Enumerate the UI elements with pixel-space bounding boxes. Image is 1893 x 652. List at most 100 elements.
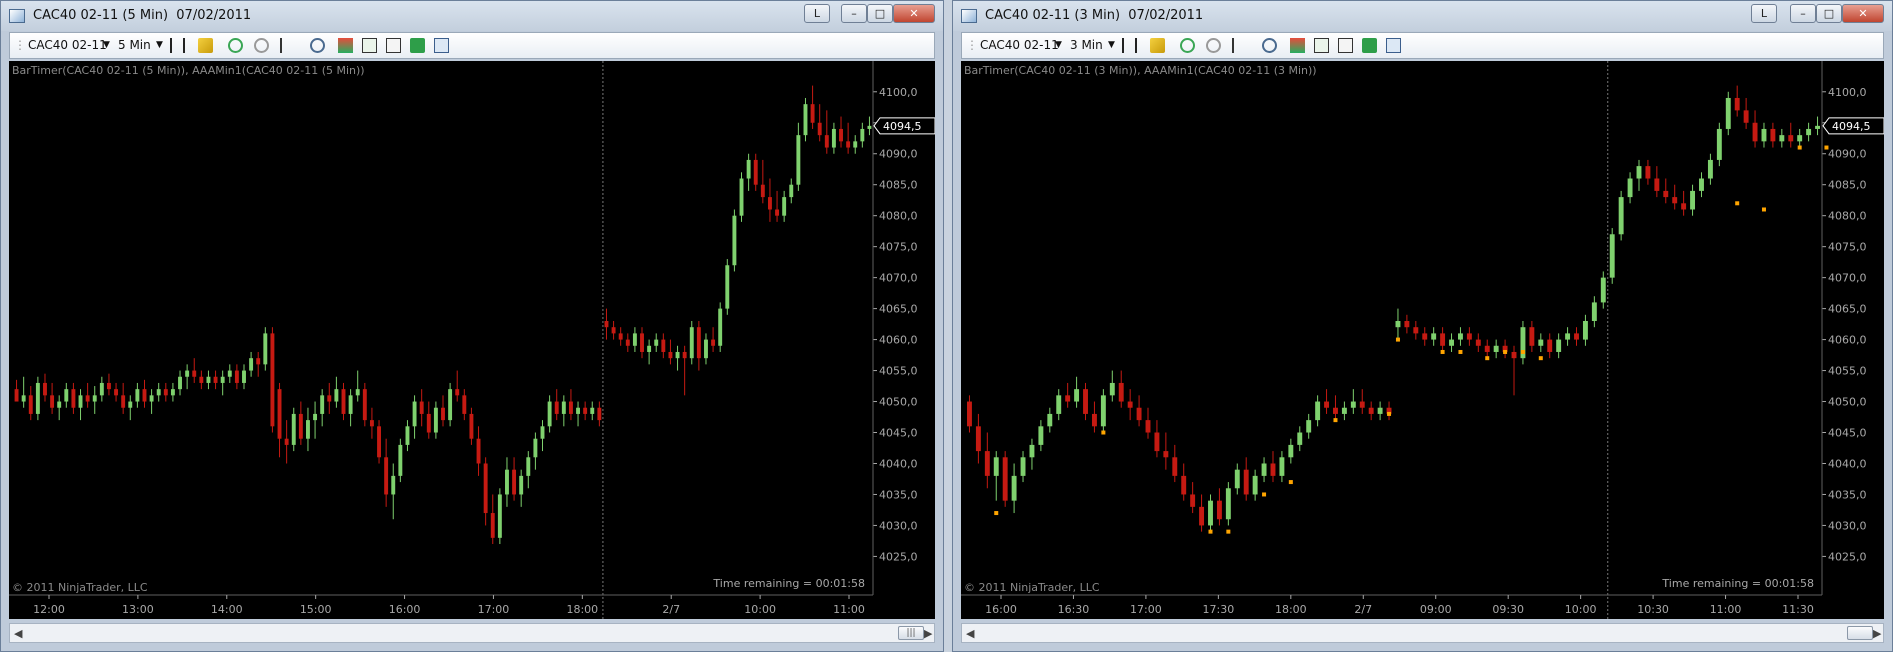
candle-body (199, 376, 204, 383)
candle-body (1538, 339, 1544, 346)
candle-body (668, 351, 673, 359)
chart-panel[interactable]: 4100,04095,04090,04085,04080,04075,04070… (9, 61, 935, 619)
dollar-icon[interactable] (1362, 38, 1377, 53)
pencil-draw-icon[interactable] (198, 38, 213, 53)
horizontal-scrollbar[interactable]: ◀ ||| ▶ (9, 623, 935, 643)
close-button[interactable]: ✕ (893, 4, 935, 23)
strategy-icon[interactable] (1290, 38, 1305, 53)
horizontal-scrollbar[interactable]: ◀ ▶ (961, 623, 1884, 643)
candle-body (213, 376, 218, 383)
candle-body (1788, 135, 1794, 142)
candle-body (391, 475, 396, 495)
candle-body (1743, 110, 1749, 123)
chevron-down-icon[interactable]: ▼ (1108, 40, 1115, 50)
period-selector[interactable]: 5 Min (118, 38, 151, 52)
scroll-thumb[interactable] (1847, 626, 1873, 640)
candle-body (377, 426, 381, 458)
candle-body (114, 389, 119, 396)
y-tick-label: 4060,0 (879, 334, 918, 347)
add-drawing-icon[interactable] (1180, 38, 1195, 53)
remove-drawing-icon[interactable] (1206, 38, 1221, 53)
instrument-selector[interactable]: CAC40 02-11 (28, 38, 107, 52)
candle-body (1797, 135, 1803, 142)
candle-body (1815, 125, 1820, 129)
maximize-button[interactable]: □ (867, 4, 893, 23)
candle-body (1243, 469, 1249, 495)
zoom-icon[interactable] (310, 38, 325, 53)
x-tick-label: 13:00 (122, 603, 154, 616)
y-tick-label: 4050,0 (1828, 396, 1867, 409)
link-button[interactable]: L (1751, 4, 1777, 23)
candle-body (419, 401, 424, 414)
indicator-icon[interactable] (362, 38, 377, 53)
min-marker (1458, 349, 1463, 354)
scroll-right-icon[interactable]: ▶ (1873, 627, 1881, 640)
indicator-icon[interactable] (1314, 38, 1329, 53)
min-marker (1333, 418, 1338, 423)
candle-body (426, 413, 431, 433)
candle-body (867, 125, 872, 129)
candle-body (1056, 395, 1062, 414)
instrument-selector[interactable]: CAC40 02-11 (980, 38, 1059, 52)
candle-body (1681, 203, 1687, 210)
minimize-button[interactable]: – (841, 4, 867, 23)
data-box-icon[interactable] (1386, 38, 1401, 53)
strategy-icon[interactable] (338, 38, 353, 53)
bar-style-icon[interactable] (170, 38, 185, 53)
candle-body (106, 382, 111, 390)
title-bar[interactable]: CAC40 02-11 (5 Min) 07/02/2011 L – □ ✕ (1, 1, 943, 31)
copyright-label: © 2011 NinjaTrader, LLC (12, 581, 148, 594)
y-tick-label: 4065,0 (1828, 303, 1867, 316)
candle-body (640, 333, 644, 352)
price-chart[interactable]: 4100,04095,04090,04085,04080,04075,04070… (961, 61, 1884, 619)
chevron-down-icon[interactable]: ▼ (1055, 40, 1062, 50)
candle-body (57, 401, 62, 408)
close-button[interactable]: ✕ (1842, 4, 1884, 23)
period-selector[interactable]: 3 Min (1070, 38, 1103, 52)
x-tick-label: 10:30 (1637, 603, 1669, 616)
candle-body (554, 401, 559, 414)
chevron-down-icon[interactable]: ▼ (103, 40, 110, 50)
candle-body (1315, 401, 1321, 421)
maximize-button[interactable]: □ (1816, 4, 1842, 23)
add-drawing-icon[interactable] (228, 38, 243, 53)
chart-properties-icon[interactable] (386, 38, 401, 53)
remove-drawing-icon[interactable] (254, 38, 269, 53)
scroll-thumb[interactable]: ||| (898, 626, 924, 640)
chart-panel[interactable]: 4100,04095,04090,04085,04080,04075,04070… (961, 61, 1884, 619)
current-price-label: 4094,5 (1832, 120, 1871, 133)
min-marker (1440, 349, 1445, 354)
x-tick-label: 14:00 (211, 603, 243, 616)
candle-body (441, 407, 445, 421)
pencil-draw-icon[interactable] (1150, 38, 1165, 53)
cursor-icon[interactable] (280, 38, 295, 53)
candle-body (369, 420, 374, 427)
candle-body (1440, 333, 1446, 346)
scroll-right-icon[interactable]: ▶ (924, 627, 932, 640)
candle-body (185, 370, 190, 377)
title-bar[interactable]: CAC40 02-11 (3 Min) 07/02/2011 L – □ ✕ (953, 1, 1892, 31)
x-tick-label: 11:00 (1710, 603, 1742, 616)
link-button[interactable]: L (804, 4, 830, 23)
candle-body (583, 407, 588, 414)
candle-body (43, 382, 47, 396)
chevron-down-icon[interactable]: ▼ (156, 40, 163, 50)
candle-body (1716, 128, 1722, 160)
minimize-button[interactable]: – (1790, 4, 1816, 23)
dollar-icon[interactable] (410, 38, 425, 53)
cursor-icon[interactable] (1232, 38, 1247, 53)
price-chart[interactable]: 4100,04095,04090,04085,04080,04075,04070… (9, 61, 935, 619)
zoom-icon[interactable] (1262, 38, 1277, 53)
candle-body (1011, 475, 1017, 501)
scroll-left-icon[interactable]: ◀ (14, 627, 22, 640)
candle-body (661, 339, 666, 352)
indicator-label: BarTimer(CAC40 02-11 (3 Min)), AAAMin1(C… (964, 64, 1317, 77)
chart-properties-icon[interactable] (1338, 38, 1353, 53)
candle-body (50, 395, 55, 408)
bar-style-icon[interactable] (1122, 38, 1137, 53)
candle-body (682, 351, 687, 359)
scroll-left-icon[interactable]: ◀ (966, 627, 974, 640)
candle-body (277, 389, 282, 439)
data-box-icon[interactable] (434, 38, 449, 53)
candle-body (1002, 457, 1008, 501)
